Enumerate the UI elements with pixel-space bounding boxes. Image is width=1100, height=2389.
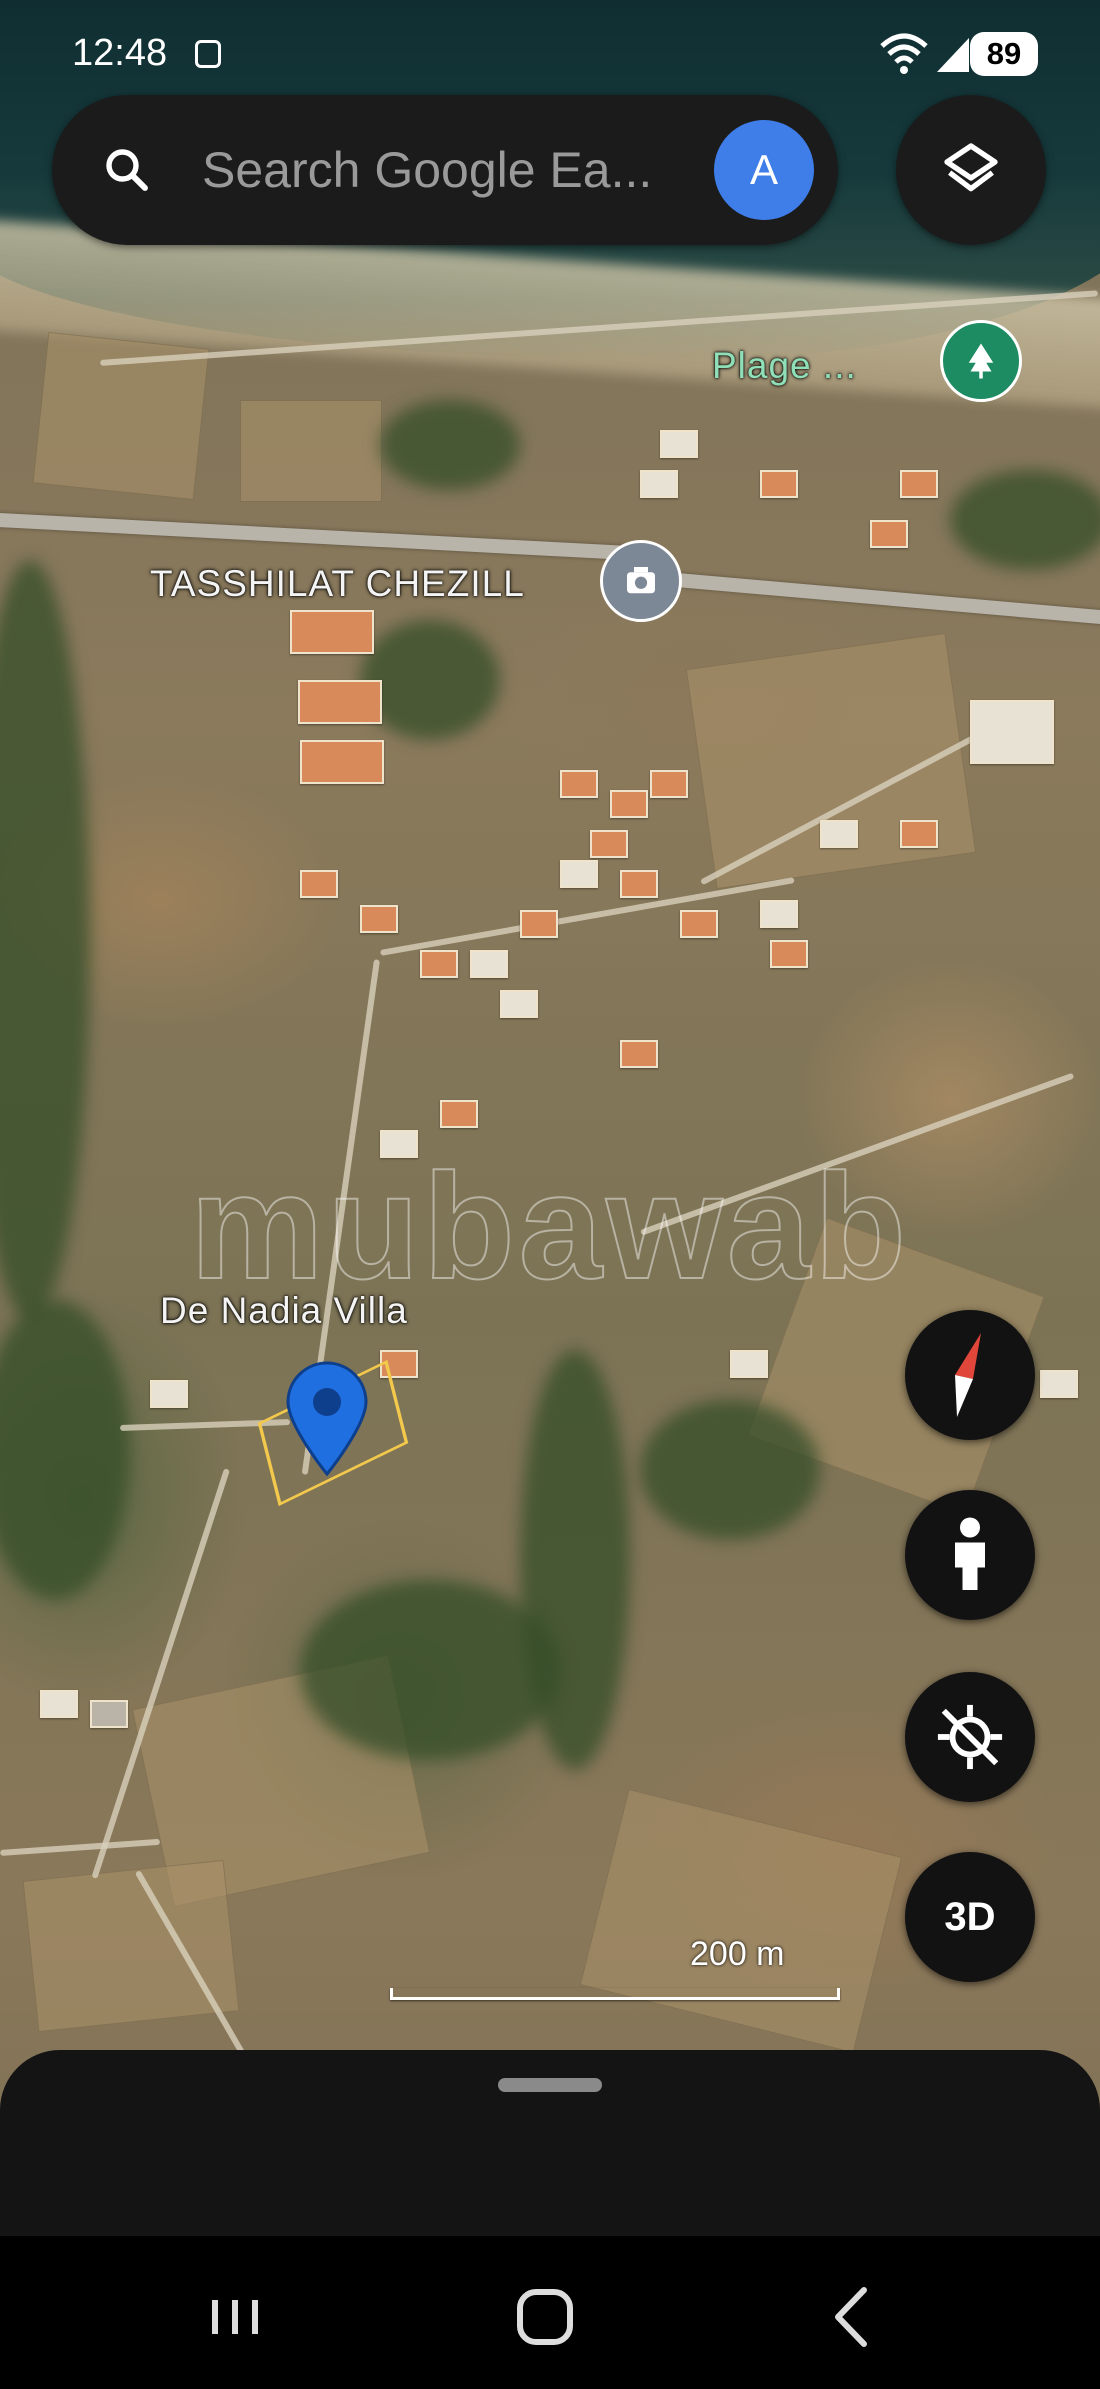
battery-indicator: 89 [970,32,1038,76]
sheet-drag-handle[interactable] [498,2078,602,2092]
main-road [0,512,640,561]
search-input[interactable] [202,135,712,205]
building [680,910,718,938]
building [620,1040,658,1068]
building [90,1700,128,1728]
building [300,740,384,784]
scale-bar [390,1988,840,2000]
street-view-button[interactable] [905,1490,1035,1620]
layers-button[interactable] [896,95,1046,245]
vegetation [950,470,1100,570]
building [520,910,558,938]
watermark-text: mubawab [189,1141,910,1311]
building [590,830,628,858]
building [300,870,338,898]
building [760,470,798,498]
bottom-sheet[interactable] [0,2050,1100,2240]
field [22,1859,240,2033]
building [770,940,808,968]
building [1040,1370,1078,1398]
wifi-icon [880,33,928,74]
building [440,1100,478,1128]
home-icon[interactable] [500,2282,590,2352]
vegetation [300,1580,560,1760]
vegetation [0,1300,130,1600]
field [240,400,382,502]
building [470,950,508,978]
status-bar: 12:48 89 [0,0,1100,110]
back-icon[interactable] [808,2282,898,2352]
building [420,950,458,978]
navigation-bar [0,2236,1100,2389]
building [150,1380,188,1408]
building [500,990,538,1018]
building [560,860,598,888]
signal-icon [937,38,969,72]
building [730,1350,768,1378]
pegman-icon [955,1517,985,1590]
building [660,430,698,458]
location-pin-icon[interactable] [282,1360,372,1478]
compass-button[interactable] [905,1310,1035,1440]
notification-icon [195,40,221,68]
building [610,790,648,818]
shop-icon[interactable] [600,540,682,622]
building [560,770,598,798]
building [290,610,374,654]
building [640,470,678,498]
place-label-tasshilat[interactable]: TASSHILAT CHEZILL [150,563,525,605]
building [820,820,858,848]
satellite-map[interactable]: Plage ... TASSHILAT CHEZILL De Nadia Vil… [0,0,1100,2389]
field [579,1788,903,2054]
clock: 12:48 [72,32,168,74]
building [298,680,382,724]
scale-label: 200 m [690,1935,785,1973]
building [900,470,938,498]
building [970,700,1054,764]
main-road [618,568,1100,628]
search-bar[interactable]: A [52,95,838,245]
village-road [380,877,795,956]
search-icon[interactable] [100,143,154,197]
building [900,820,938,848]
rural-track [0,1838,161,1856]
recents-icon[interactable] [190,2282,280,2352]
locate-off-icon [937,1704,1003,1770]
my-location-button[interactable] [905,1672,1035,1802]
building [360,905,398,933]
tree-icon[interactable] [940,320,1022,402]
building [650,770,688,798]
3d-view-button[interactable]: 3D [905,1852,1035,1982]
layers-icon [944,143,998,192]
vegetation [380,400,520,490]
building [40,1690,78,1718]
vegetation [0,560,90,1320]
building [620,870,658,898]
avatar[interactable]: A [714,120,814,220]
building [870,520,908,548]
building [760,900,798,928]
vegetation [640,1400,820,1540]
compass-icon [955,1333,981,1417]
beach-label[interactable]: Plage ... [712,345,857,387]
